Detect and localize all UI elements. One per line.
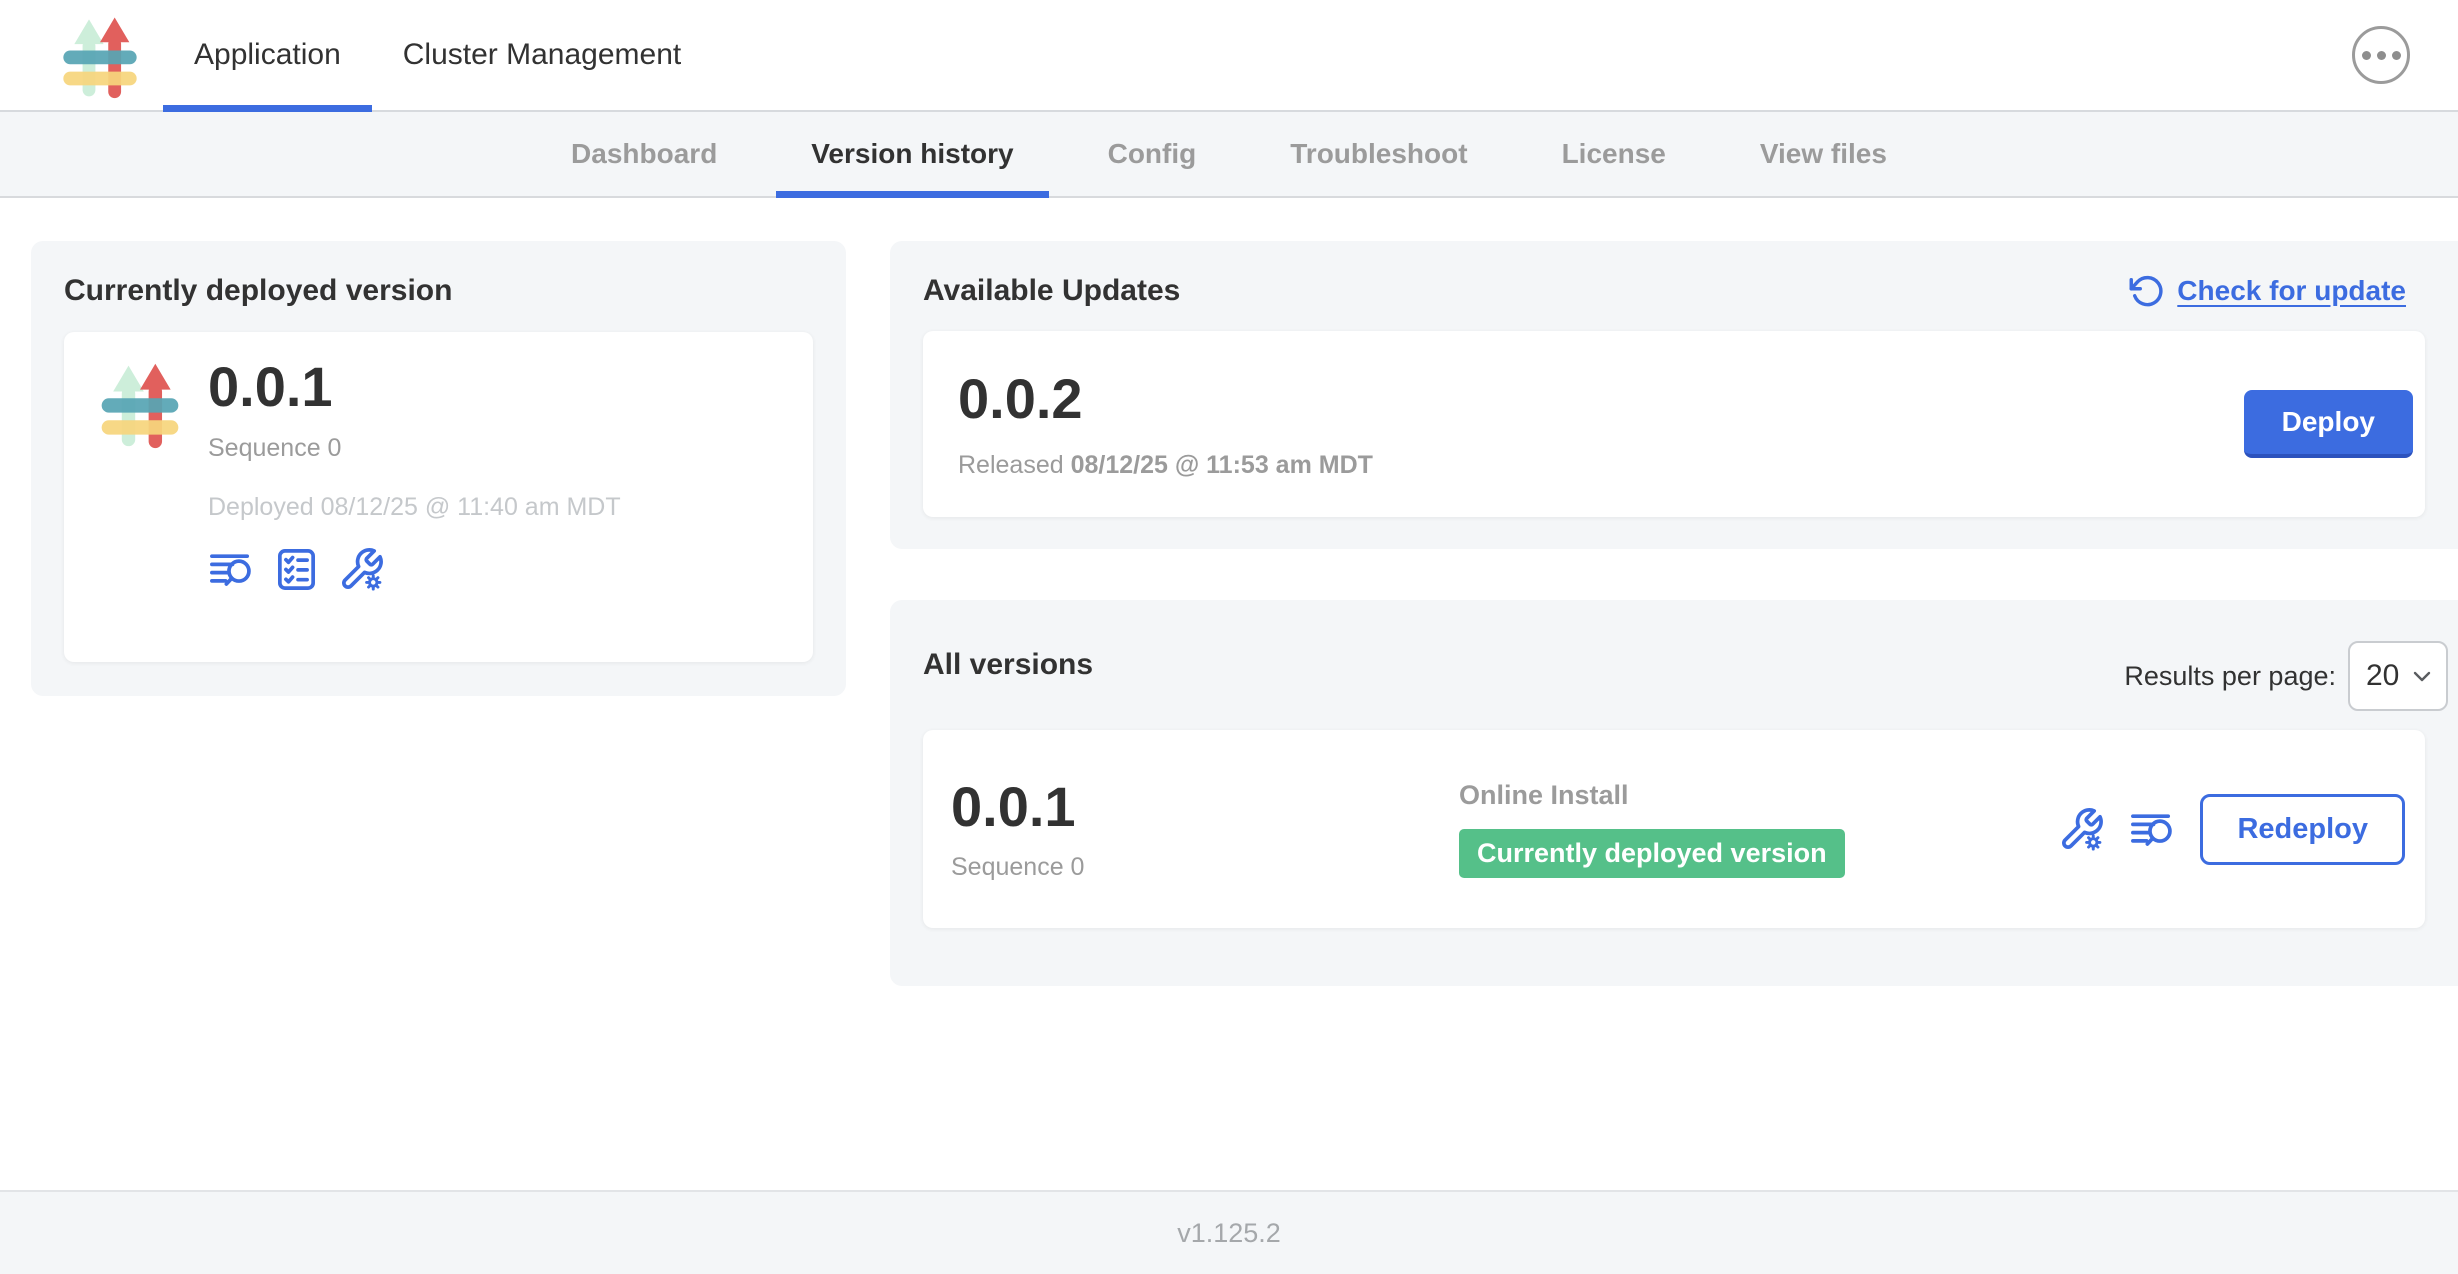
tab-dashboard[interactable]: Dashboard <box>536 112 752 196</box>
currently-deployed-card: Currently deployed version 0.0.1 Sequenc… <box>31 241 846 696</box>
deployed-version-number: 0.0.1 <box>208 356 621 418</box>
app-logo <box>94 358 186 450</box>
primary-tabs: Application Cluster Management <box>163 0 712 110</box>
config-wrench-icon[interactable] <box>2058 806 2105 853</box>
currently-deployed-badge: Currently deployed version <box>1459 829 1845 878</box>
tab-view-files[interactable]: View files <box>1725 112 1922 196</box>
logs-icon[interactable] <box>208 546 255 593</box>
config-wrench-icon[interactable] <box>338 546 385 593</box>
deployed-version-panel: 0.0.1 Sequence 0 Deployed 08/12/25 @ 11:… <box>64 332 813 662</box>
chevron-down-icon <box>2410 664 2434 688</box>
available-updates-title: Available Updates <box>923 274 1180 308</box>
released-prefix: Released <box>958 451 1071 479</box>
available-updates-header: Available Updates Check for update <box>890 241 2458 331</box>
more-menu-button[interactable] <box>2352 26 2410 84</box>
update-info: 0.0.2 Released 08/12/25 @ 11:53 am MDT <box>958 368 1373 481</box>
results-per-page-label: Results per page: <box>2124 661 2336 692</box>
all-versions-card: All versions Results per page: 20 0.0.1 … <box>890 600 2458 986</box>
results-per-page-value: 20 <box>2366 659 2399 693</box>
tab-version-history[interactable]: Version history <box>776 112 1048 196</box>
results-per-page-group: Results per page: 20 <box>2124 641 2448 711</box>
released-date: 08/12/25 @ 11:53 am MDT <box>1071 451 1373 479</box>
logs-icon[interactable] <box>2129 806 2176 853</box>
all-versions-header: All versions Results per page: 20 <box>890 600 2458 730</box>
deployed-sequence: Sequence 0 <box>208 434 621 463</box>
deployed-card-title: Currently deployed version <box>64 274 813 308</box>
ellipsis-icon <box>2362 51 2371 60</box>
row-version-number: 0.0.1 <box>951 776 1459 838</box>
app-logo-icon <box>94 358 186 450</box>
page-footer: v1.125.2 <box>0 1190 2458 1274</box>
app-logo-icon <box>56 12 144 100</box>
tab-application-label: Application <box>194 38 341 72</box>
all-versions-title: All versions <box>923 648 1093 682</box>
redeploy-button[interactable]: Redeploy <box>2200 794 2405 865</box>
tab-config[interactable]: Config <box>1073 112 1232 196</box>
version-row: 0.0.1 Sequence 0 Online Install Currentl… <box>923 730 2425 928</box>
check-for-update-link[interactable]: Check for update <box>2129 273 2406 309</box>
preflight-checklist-icon[interactable] <box>273 546 320 593</box>
update-released-line: Released 08/12/25 @ 11:53 am MDT <box>958 451 1373 480</box>
top-navbar: Application Cluster Management <box>0 0 2458 112</box>
console-version: v1.125.2 <box>1177 1218 1281 1249</box>
deployed-timestamp: Deployed 08/12/25 @ 11:40 am MDT <box>208 493 621 522</box>
update-version-number: 0.0.2 <box>958 368 1373 430</box>
results-per-page-select[interactable]: 20 <box>2348 641 2448 711</box>
deployed-version-info: 0.0.1 Sequence 0 Deployed 08/12/25 @ 11:… <box>208 356 621 593</box>
update-row: 0.0.2 Released 08/12/25 @ 11:53 am MDT D… <box>923 331 2425 517</box>
check-for-update-label: Check for update <box>2177 275 2406 307</box>
main-content: Currently deployed version 0.0.1 Sequenc… <box>0 200 2458 1190</box>
tab-license[interactable]: License <box>1527 112 1701 196</box>
deploy-button[interactable]: Deploy <box>2244 390 2413 458</box>
deployed-action-icons <box>208 546 621 593</box>
refresh-icon <box>2129 273 2165 309</box>
install-type-label: Online Install <box>1459 780 1629 811</box>
tab-cluster-management-label: Cluster Management <box>403 38 681 72</box>
tab-cluster-management[interactable]: Cluster Management <box>372 0 712 110</box>
version-row-status: Online Install Currently deployed versio… <box>1459 780 1845 878</box>
navbar-right <box>2352 0 2458 110</box>
row-sequence: Sequence 0 <box>951 853 1459 882</box>
app-logo <box>56 12 144 100</box>
available-updates-card: Available Updates Check for update 0.0.2… <box>890 241 2458 549</box>
tab-troubleshoot[interactable]: Troubleshoot <box>1255 112 1502 196</box>
version-row-actions: Redeploy <box>2058 794 2405 865</box>
version-row-info: 0.0.1 Sequence 0 <box>951 776 1459 883</box>
tab-application[interactable]: Application <box>163 0 372 110</box>
app-subnav: Dashboard Version history Config Trouble… <box>0 112 2458 198</box>
